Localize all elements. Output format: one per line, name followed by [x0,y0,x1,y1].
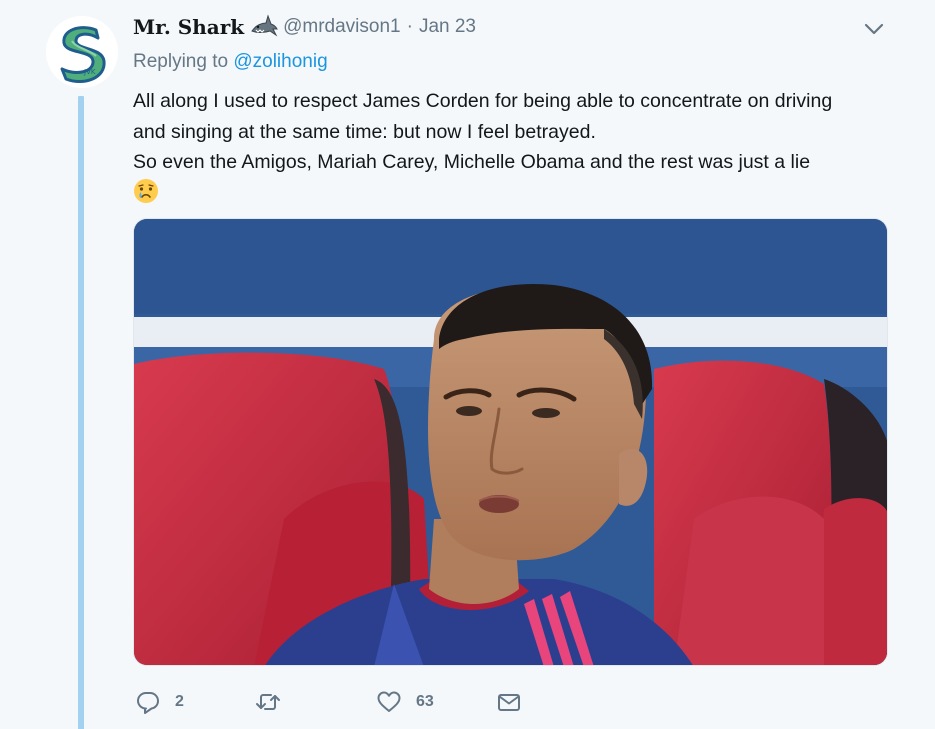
direct-message-button[interactable] [496,686,536,718]
like-button[interactable]: 63 [376,686,434,718]
user-handle[interactable]: @mrdavison1 [283,16,401,38]
tweet-actions: 2 63 [133,686,553,718]
avatar-logo-icon: JVK [46,16,118,88]
reply-count: 2 [175,693,184,710]
display-name[interactable]: Mr. Shark [133,15,244,39]
tweet: JVK Mr. Shark @mrdavison1 · Jan 23 Reply… [0,0,935,729]
tweet-text-line: and singing at the same time: but now I … [133,120,596,143]
retweet-button[interactable] [255,686,295,718]
replying-prefix: Replying to [133,51,229,72]
tweet-text-line: All along I used to respect James Corden… [133,90,833,112]
heart-icon [377,691,401,712]
thread-line [78,96,84,729]
like-count: 63 [416,693,434,710]
envelope-icon [498,694,520,711]
replying-to: Replying to @zolihonig [133,51,328,73]
replying-to-link[interactable]: @zolihonig [233,51,327,72]
reply-icon [137,692,159,714]
tweet-photo[interactable] [133,218,888,666]
tweet-header: Mr. Shark @mrdavison1 · Jan 23 [133,12,476,42]
shark-emoji-icon [250,14,278,40]
svg-text:JVK: JVK [83,68,96,76]
avatar[interactable]: JVK [46,16,118,88]
chevron-down-icon[interactable] [861,16,887,42]
tweet-text-line: So even the Amigos, Mariah Carey, Michel… [133,151,811,173]
reply-button[interactable]: 2 [135,686,184,718]
crying-face-emoji-icon [133,178,159,204]
tweet-date[interactable]: Jan 23 [419,16,476,38]
tweet-text: All along I used to respect James Corden… [133,86,893,209]
separator: · [406,16,413,37]
retweet-icon [256,694,280,710]
